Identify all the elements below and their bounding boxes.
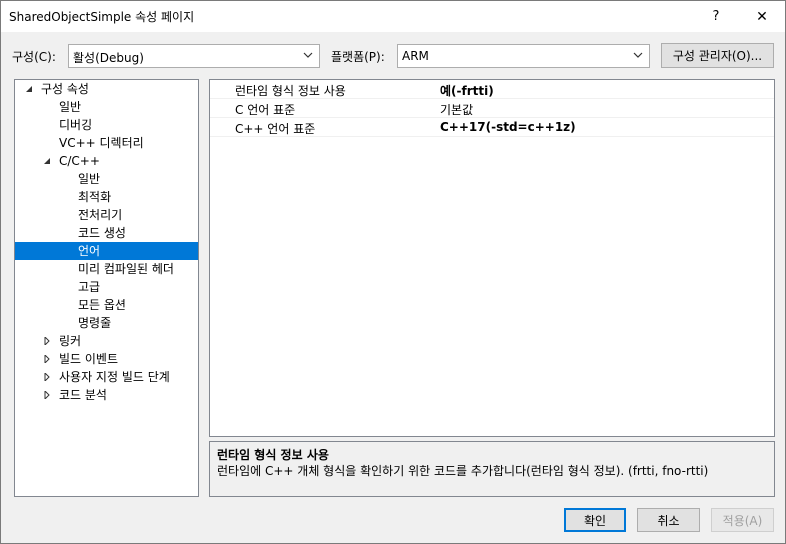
property-name: C++ 언어 표준	[235, 122, 316, 136]
tree-item-debugging[interactable]: 디버깅	[59, 116, 92, 134]
title-bar: SharedObjectSimple 속성 페이지 ? ✕	[1, 1, 785, 32]
collapsed-triangle-icon[interactable]	[43, 373, 51, 381]
property-name: C 언어 표준	[235, 103, 296, 117]
property-value[interactable]: 기본값	[440, 101, 473, 118]
tree-item-custom-build-step[interactable]: 사용자 지정 빌드 단계	[41, 368, 170, 386]
configuration-label: 구성(C):	[12, 50, 56, 64]
tree-item-advanced[interactable]: 고급	[78, 278, 100, 296]
platform-label: 플랫폼(P):	[331, 50, 385, 64]
platform-dropdown[interactable]: ARM	[397, 44, 650, 68]
close-button[interactable]: ✕	[739, 1, 785, 32]
collapsed-triangle-icon[interactable]	[43, 337, 51, 345]
category-tree[interactable]: 구성 속성 일반 디버깅 VC++ 디렉터리 C/C++ 일반 최적화 전처리기…	[14, 79, 199, 497]
description-title: 런타임 형식 정보 사용	[217, 448, 329, 462]
configuration-manager-button[interactable]: 구성 관리자(O)...	[661, 43, 774, 68]
property-row-cpp-standard[interactable]: C++ 언어 표준 C++17(-std=c++1z)	[210, 118, 774, 137]
tree-item-optimization[interactable]: 최적화	[78, 188, 111, 206]
tree-item-c-cpp[interactable]: C/C++	[41, 152, 100, 170]
tree-item-code-analysis[interactable]: 코드 분석	[41, 386, 107, 404]
tree-item-cpp-general[interactable]: 일반	[78, 170, 100, 188]
tree-item-all-options[interactable]: 모든 옵션	[78, 296, 126, 314]
tree-item-general[interactable]: 일반	[59, 98, 81, 116]
platform-value: ARM	[402, 49, 429, 63]
description-text: 런타임에 C++ 개체 형식을 확인하기 위한 코드를 추가합니다(런타임 형식…	[217, 464, 709, 478]
tree-item-preprocessor[interactable]: 전처리기	[78, 206, 122, 224]
property-grid[interactable]: 런타임 형식 정보 사용 예(-frtti) C 언어 표준 기본값 C++ 언…	[209, 79, 775, 437]
tree-item-linker[interactable]: 링커	[41, 332, 81, 350]
expanded-triangle-icon[interactable]	[25, 85, 33, 93]
cancel-button[interactable]: 취소	[637, 508, 700, 532]
property-value[interactable]: C++17(-std=c++1z)	[440, 120, 576, 134]
tree-item-vc-directories[interactable]: VC++ 디렉터리	[59, 134, 144, 152]
tree-item-command-line[interactable]: 명령줄	[78, 314, 111, 332]
collapsed-triangle-icon[interactable]	[43, 355, 51, 363]
property-pages-dialog: SharedObjectSimple 속성 페이지 ? ✕ 구성(C): 활성(…	[0, 0, 786, 544]
ok-button[interactable]: 확인	[564, 508, 626, 532]
collapsed-triangle-icon[interactable]	[43, 391, 51, 399]
help-button[interactable]: ?	[693, 1, 739, 32]
property-row-c-standard[interactable]: C 언어 표준 기본값	[210, 99, 774, 118]
property-name: 런타임 형식 정보 사용	[235, 84, 346, 98]
chevron-down-icon	[633, 52, 643, 58]
window-title: SharedObjectSimple 속성 페이지	[9, 10, 195, 24]
tree-item-code-generation[interactable]: 코드 생성	[78, 224, 126, 242]
tree-item-build-events[interactable]: 빌드 이벤트	[41, 350, 118, 368]
description-panel: 런타임 형식 정보 사용 런타임에 C++ 개체 형식을 확인하기 위한 코드를…	[209, 441, 775, 497]
chevron-down-icon	[303, 52, 313, 58]
configuration-dropdown[interactable]: 활성(Debug)	[68, 44, 320, 68]
tree-item-precompiled-headers[interactable]: 미리 컴파일된 헤더	[78, 260, 174, 278]
property-value[interactable]: 예(-frtti)	[440, 82, 494, 99]
tree-item-language[interactable]: 언어	[15, 242, 198, 260]
apply-button[interactable]: 적용(A)	[711, 508, 774, 532]
configuration-value: 활성(Debug)	[73, 51, 144, 65]
expanded-triangle-icon[interactable]	[43, 157, 51, 165]
tree-item-configuration-properties[interactable]: 구성 속성	[23, 80, 89, 98]
property-row-rtti[interactable]: 런타임 형식 정보 사용 예(-frtti)	[210, 80, 774, 99]
